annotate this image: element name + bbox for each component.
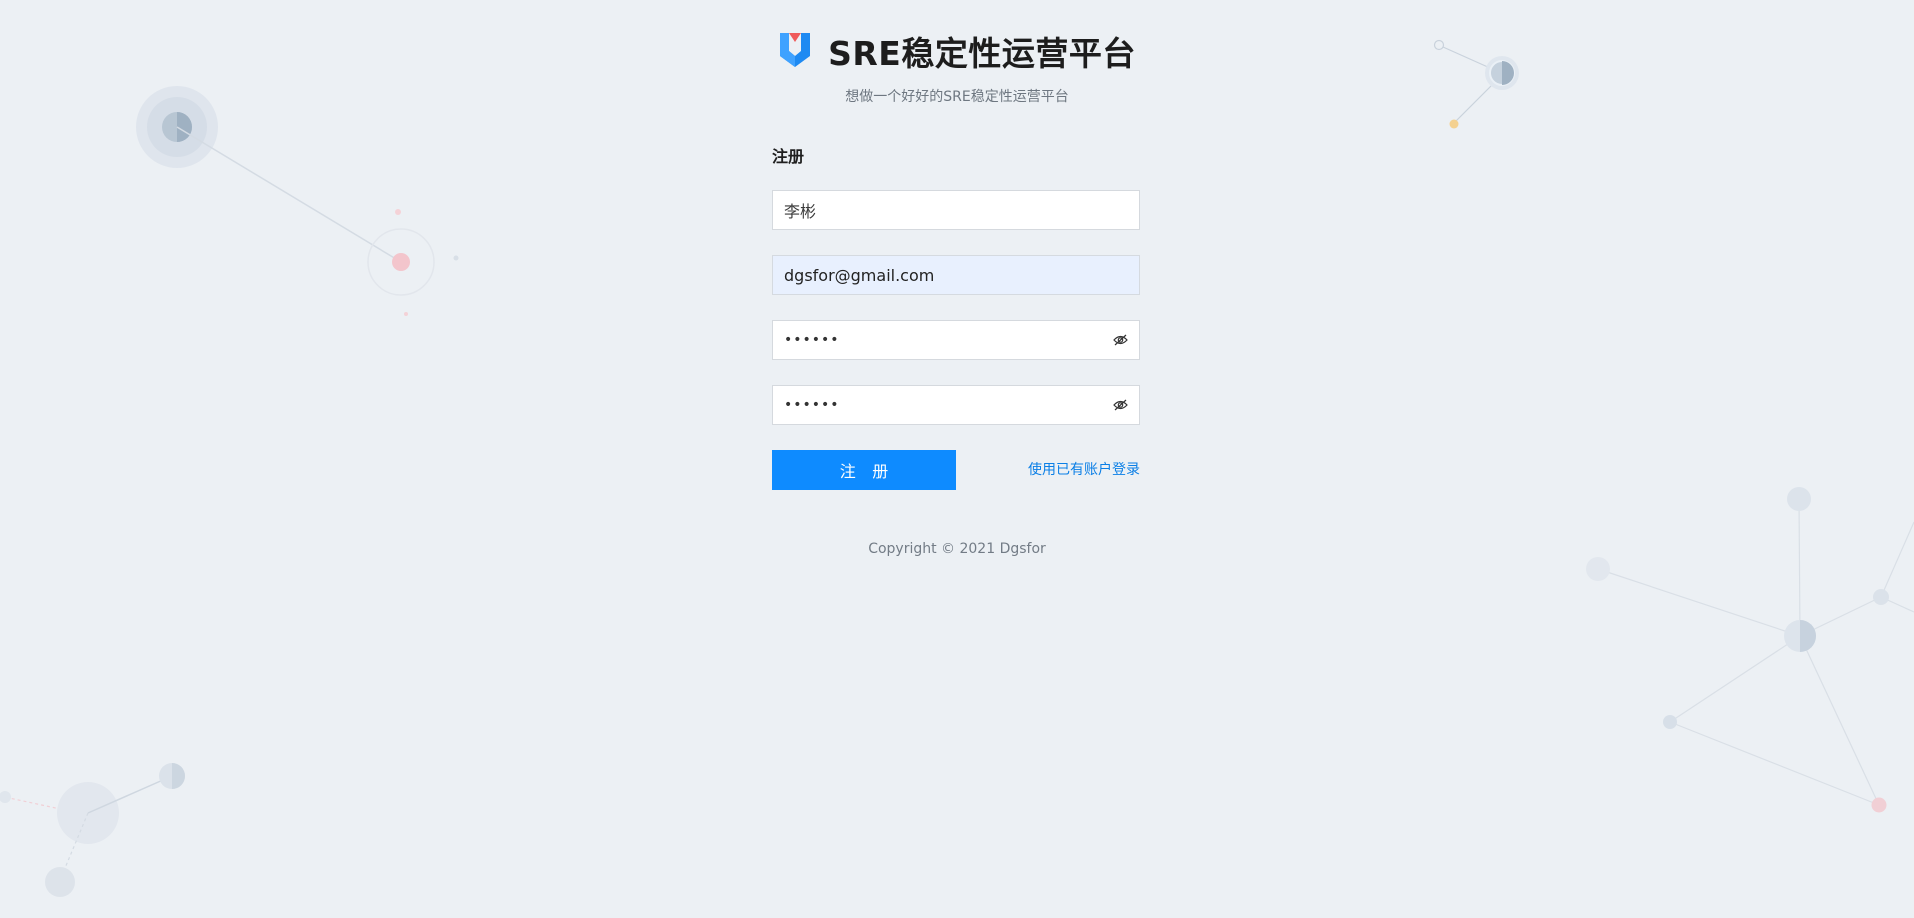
eye-off-icon[interactable] [1112,397,1128,413]
email-field[interactable]: dgsfor@gmail.com [772,255,1140,295]
login-link[interactable]: 使用已有账户登录 [1028,450,1140,490]
eye-off-icon[interactable] [1112,332,1128,348]
brand: SRE稳定性运营平台 [778,26,1136,76]
password-field[interactable]: •••••• [772,320,1140,360]
header: SRE稳定性运营平台 [0,26,1914,76]
register-button[interactable]: 注 册 [772,450,956,490]
confirm-password-field[interactable]: •••••• [772,385,1140,425]
email-value: dgsfor@gmail.com [784,265,935,285]
v-shield-logo-icon [778,29,812,73]
page-title: SRE稳定性运营平台 [828,34,1136,73]
password-value: •••••• [784,332,840,348]
confirm-password-value: •••••• [784,397,840,413]
copyright: Copyright © 2021 Dgsfor [868,541,1046,557]
register-form: 注册 李彬 dgsfor@gmail.com •••••• •••••• 注 册… [772,146,1140,490]
form-title: 注册 [772,147,805,166]
page-subtitle: 想做一个好好的SRE稳定性运营平台 [845,89,1069,105]
background-decoration [0,39,1914,897]
username-value: 李彬 [784,202,817,221]
username-field[interactable]: 李彬 [772,190,1140,230]
